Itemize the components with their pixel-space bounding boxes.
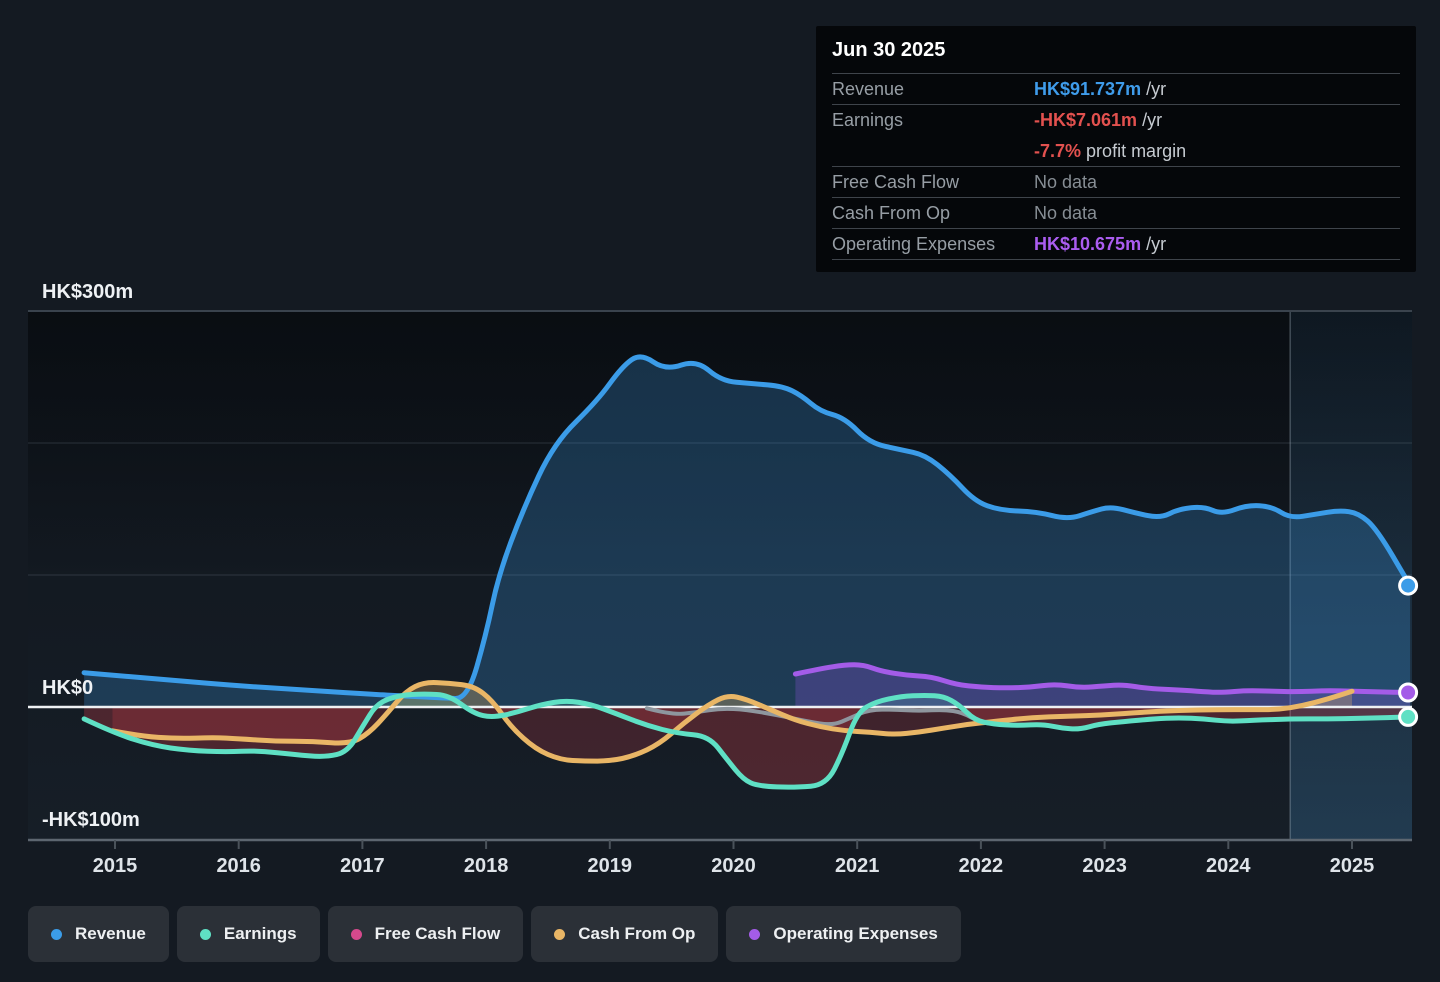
tooltip-label: Earnings <box>832 110 1034 131</box>
opex-value: HK$10.675m <box>1034 234 1141 254</box>
revenue-dot-icon <box>51 929 62 940</box>
legend-label: Free Cash Flow <box>375 924 501 944</box>
legend-label: Operating Expenses <box>773 924 937 944</box>
y-axis-label: -HK$100m <box>42 809 140 831</box>
tooltip-label: Free Cash Flow <box>832 172 1034 193</box>
legend: Revenue Earnings Free Cash Flow Cash Fro… <box>28 906 961 962</box>
tooltip-row-free-cash-flow: Free Cash Flow No data <box>832 167 1400 198</box>
chart-page: { "tooltip": { "date": "Jun 30 2025", "r… <box>0 0 1440 982</box>
tooltip-value: HK$10.675m /yr <box>1034 234 1166 255</box>
profit-margin-label: profit margin <box>1086 141 1186 161</box>
tooltip-row-operating-expenses: Operating Expenses HK$10.675m /yr <box>832 229 1400 260</box>
revenue-unit: /yr <box>1146 79 1166 99</box>
free-cash-flow-dot-icon <box>351 929 362 940</box>
tooltip-panel: Jun 30 2025 Revenue HK$91.737m /yr Earni… <box>816 26 1416 272</box>
revenue-value: HK$91.737m <box>1034 79 1141 99</box>
tooltip-label: Operating Expenses <box>832 234 1034 255</box>
y-axis-label: HK$300m <box>42 281 133 303</box>
earnings-dot-icon <box>200 929 211 940</box>
profit-margin-value: -7.7% <box>1034 141 1081 161</box>
x-axis-label: 2017 <box>340 855 385 877</box>
earnings-endpoint-marker[interactable] <box>1400 708 1417 725</box>
x-axis-label: 2023 <box>1082 855 1127 877</box>
cash-from-op-value: No data <box>1034 203 1097 224</box>
x-axis-label: 2015 <box>93 855 138 877</box>
x-axis-label: 2016 <box>216 855 261 877</box>
legend-item-operating-expenses[interactable]: Operating Expenses <box>726 906 960 962</box>
cash-from-op-dot-icon <box>554 929 565 940</box>
opex-unit: /yr <box>1146 234 1166 254</box>
legend-label: Earnings <box>224 924 297 944</box>
fcf-value: No data <box>1034 172 1097 193</box>
legend-item-free-cash-flow[interactable]: Free Cash Flow <box>328 906 524 962</box>
tooltip-value: HK$91.737m /yr <box>1034 79 1166 100</box>
x-axis-label: 2025 <box>1330 855 1375 877</box>
earnings-value: -HK$7.061m <box>1034 110 1137 130</box>
tooltip-value: -HK$7.061m /yr <box>1034 110 1162 131</box>
tooltip-row-revenue: Revenue HK$91.737m /yr <box>832 74 1400 105</box>
legend-label: Revenue <box>75 924 146 944</box>
x-axis-label: 2024 <box>1206 855 1251 877</box>
tooltip-row-profit-margin: -7.7% profit margin <box>832 136 1400 167</box>
legend-item-cash-from-op[interactable]: Cash From Op <box>531 906 718 962</box>
tooltip-label: Cash From Op <box>832 203 1034 224</box>
tooltip-row-earnings: Earnings -HK$7.061m /yr <box>832 105 1400 136</box>
legend-item-earnings[interactable]: Earnings <box>177 906 320 962</box>
x-axis-label: 2018 <box>464 855 509 877</box>
opex-endpoint-marker[interactable] <box>1400 684 1417 701</box>
tooltip-date: Jun 30 2025 <box>832 26 1400 74</box>
operating-expenses-dot-icon <box>749 929 760 940</box>
x-axis-label: 2019 <box>588 855 633 877</box>
legend-item-revenue[interactable]: Revenue <box>28 906 169 962</box>
legend-label: Cash From Op <box>578 924 695 944</box>
x-axis-label: 2020 <box>711 855 756 877</box>
x-axis-label: 2021 <box>835 855 880 877</box>
x-axis-label: 2022 <box>959 855 1004 877</box>
y-axis-label: HK$0 <box>42 677 93 699</box>
tooltip-label: Revenue <box>832 79 1034 100</box>
revenue-endpoint-marker[interactable] <box>1400 577 1417 594</box>
tooltip-value: -7.7% profit margin <box>1034 141 1186 162</box>
tooltip-row-cash-from-op: Cash From Op No data <box>832 198 1400 229</box>
earnings-unit: /yr <box>1142 110 1162 130</box>
